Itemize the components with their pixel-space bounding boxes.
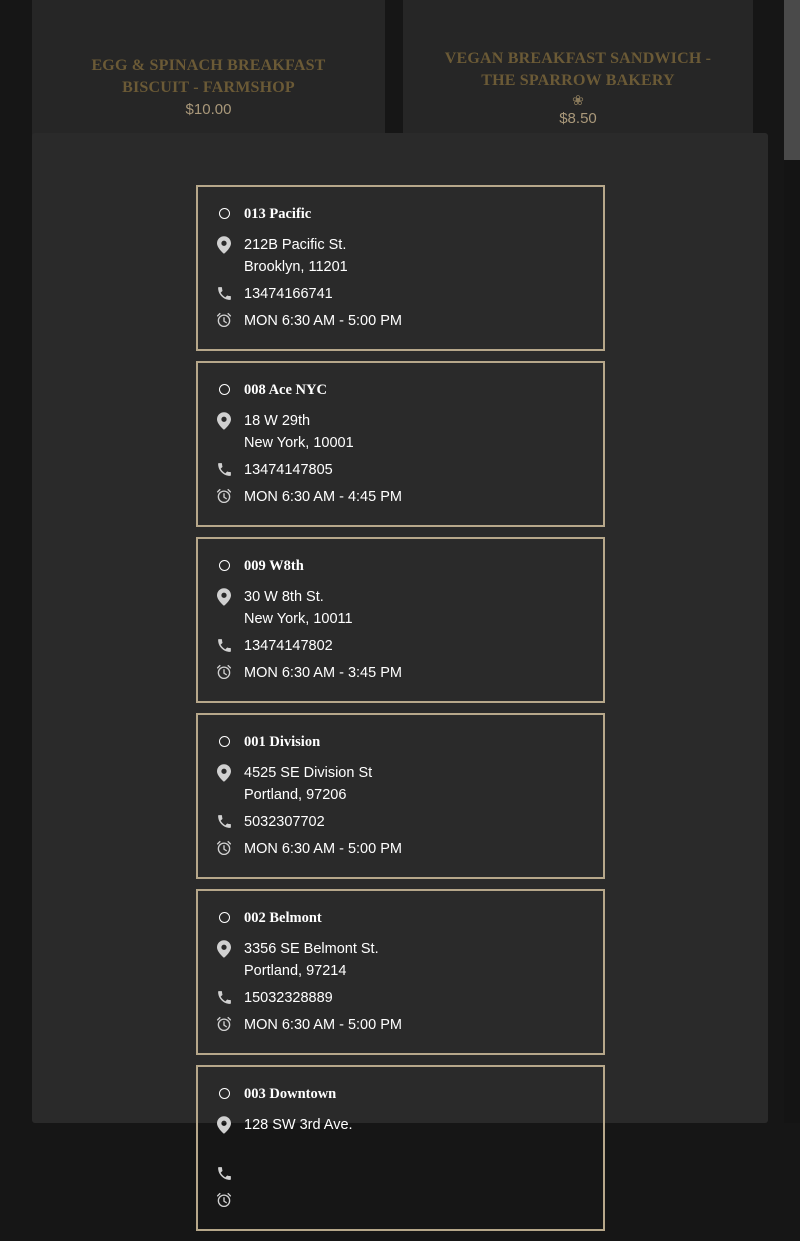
store-option[interactable]: 003 Downtown 128 SW 3rd Ave. bbox=[196, 1065, 605, 1231]
address-line-2: Brooklyn, 11201 bbox=[244, 259, 348, 275]
alarm-clock-icon bbox=[214, 310, 234, 330]
product-title: EGG & SPINACH BREAKFAST BISCUIT - FARMSH… bbox=[91, 57, 326, 96]
phone-icon bbox=[214, 811, 234, 831]
map-pin-icon bbox=[214, 411, 234, 431]
radio-unselected-icon[interactable] bbox=[214, 731, 234, 751]
store-hours: MON 6:30 AM - 5:00 PM bbox=[244, 841, 402, 857]
radio-unselected-icon[interactable] bbox=[214, 1083, 234, 1103]
phone-icon bbox=[214, 987, 234, 1007]
store-list: 013 Pacific 212B Pacific St. Brooklyn, 1… bbox=[196, 185, 605, 1241]
product-price: $10.00 bbox=[185, 101, 232, 118]
store-name: 002 Belmont bbox=[244, 910, 322, 926]
address-line-2: Portland, 97206 bbox=[244, 787, 347, 803]
vegan-leaf-icon: ❀ bbox=[572, 92, 584, 108]
store-address: 18 W 29th New York, 10001 bbox=[244, 410, 354, 454]
store-picker-modal: 013 Pacific 212B Pacific St. Brooklyn, 1… bbox=[32, 133, 768, 1231]
store-hours: MON 6:30 AM - 4:45 PM bbox=[244, 489, 402, 505]
store-address: 30 W 8th St. New York, 10011 bbox=[244, 586, 353, 630]
map-pin-icon bbox=[214, 235, 234, 255]
radio-unselected-icon[interactable] bbox=[214, 555, 234, 575]
address-line-1: 30 W 8th St. bbox=[244, 589, 324, 605]
store-address: 128 SW 3rd Ave. bbox=[244, 1114, 353, 1136]
store-name: 009 W8th bbox=[244, 558, 304, 574]
address-line-1: 212B Pacific St. bbox=[244, 237, 347, 253]
phone-icon bbox=[214, 283, 234, 303]
alarm-clock-icon bbox=[214, 1190, 234, 1210]
store-name: 001 Division bbox=[244, 734, 321, 750]
store-name: 003 Downtown bbox=[244, 1086, 337, 1102]
store-hours: MON 6:30 AM - 5:00 PM bbox=[244, 313, 402, 329]
store-option[interactable]: 008 Ace NYC 18 W 29th New York, 10001 13… bbox=[196, 361, 605, 527]
product-title: VEGAN BREAKFAST SANDWICH - THE SPARROW B… bbox=[444, 50, 712, 89]
store-address: 4525 SE Division St Portland, 97206 bbox=[244, 762, 372, 806]
store-name: 008 Ace NYC bbox=[244, 382, 327, 398]
store-phone: 15032328889 bbox=[244, 990, 333, 1006]
address-line-1: 128 SW 3rd Ave. bbox=[244, 1117, 353, 1133]
radio-unselected-icon[interactable] bbox=[214, 907, 234, 927]
address-line-2: New York, 10001 bbox=[244, 435, 354, 451]
radio-unselected-icon[interactable] bbox=[214, 203, 234, 223]
store-hours: MON 6:30 AM - 3:45 PM bbox=[244, 665, 402, 681]
store-option[interactable]: 001 Division 4525 SE Division St Portlan… bbox=[196, 713, 605, 879]
store-phone: 13474147805 bbox=[244, 462, 333, 478]
radio-unselected-icon[interactable] bbox=[214, 379, 234, 399]
address-line-1: 4525 SE Division St bbox=[244, 765, 373, 781]
store-option[interactable]: 002 Belmont 3356 SE Belmont St. Portland… bbox=[196, 889, 605, 1055]
phone-icon bbox=[214, 1163, 234, 1183]
map-pin-icon bbox=[214, 939, 234, 959]
map-pin-icon bbox=[214, 1115, 234, 1135]
store-name: 013 Pacific bbox=[244, 206, 312, 222]
alarm-clock-icon bbox=[214, 486, 234, 506]
phone-icon bbox=[214, 459, 234, 479]
alarm-clock-icon bbox=[214, 838, 234, 858]
background-product-card[interactable]: EGG & SPINACH BREAKFAST BISCUIT - FARMSH… bbox=[32, 0, 385, 140]
store-option[interactable]: 009 W8th 30 W 8th St. New York, 10011 13… bbox=[196, 537, 605, 703]
store-phone: 5032307702 bbox=[244, 814, 325, 830]
address-line-1: 3356 SE Belmont St. bbox=[244, 941, 379, 957]
store-phone: 13474166741 bbox=[244, 286, 333, 302]
address-line-2: New York, 10011 bbox=[244, 611, 353, 627]
store-address: 3356 SE Belmont St. Portland, 97214 bbox=[244, 938, 379, 982]
store-address: 212B Pacific St. Brooklyn, 11201 bbox=[244, 234, 348, 278]
scrollbar-thumb[interactable] bbox=[784, 0, 800, 160]
store-hours: MON 6:30 AM - 5:00 PM bbox=[244, 1017, 402, 1033]
address-line-1: 18 W 29th bbox=[244, 413, 311, 429]
map-pin-icon bbox=[214, 763, 234, 783]
map-pin-icon bbox=[214, 587, 234, 607]
phone-icon bbox=[214, 635, 234, 655]
store-phone: 13474147802 bbox=[244, 638, 333, 654]
page-scrollbar[interactable] bbox=[784, 0, 800, 1123]
product-price: $8.50 bbox=[559, 110, 597, 127]
alarm-clock-icon bbox=[214, 662, 234, 682]
background-product-card[interactable]: VEGAN BREAKFAST SANDWICH - THE SPARROW B… bbox=[403, 0, 753, 140]
address-line-2: Portland, 97214 bbox=[244, 963, 347, 979]
alarm-clock-icon bbox=[214, 1014, 234, 1034]
store-option[interactable]: 013 Pacific 212B Pacific St. Brooklyn, 1… bbox=[196, 185, 605, 351]
